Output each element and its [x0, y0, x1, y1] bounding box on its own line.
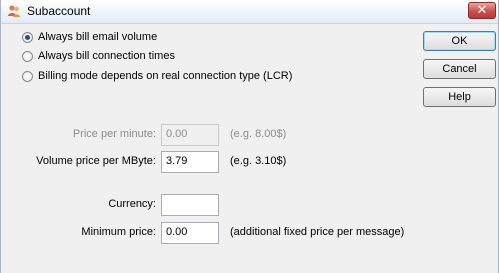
radio-billing-by-connection-type[interactable]: Billing mode depends on real connection …	[22, 69, 292, 83]
radio-button[interactable]	[22, 50, 33, 62]
radio-label: Billing mode depends on real connection …	[38, 70, 293, 82]
radio-bill-connection-times[interactable]: Always bill connection times	[22, 49, 175, 63]
help-button[interactable]: Help	[423, 87, 496, 107]
radio-button-checked[interactable]	[22, 31, 33, 43]
currency-field[interactable]	[161, 194, 219, 216]
people-icon	[8, 5, 20, 17]
cancel-button[interactable]: Cancel	[423, 59, 496, 79]
window-title: Subaccount	[27, 4, 91, 18]
currency-label: Currency:	[108, 198, 156, 210]
volume-price-hint: (e.g. 3.10$)	[230, 155, 287, 167]
price-per-minute-hint: (e.g. 8.00$)	[230, 128, 287, 140]
minimum-price-field[interactable]: 0.00	[161, 222, 219, 244]
radio-label: Always bill connection times	[38, 50, 175, 62]
radio-button[interactable]	[22, 70, 33, 82]
minimum-price-label: Minimum price:	[81, 226, 156, 238]
close-icon: ✕	[476, 2, 488, 17]
close-button[interactable]: ✕	[468, 2, 496, 19]
price-per-minute-field: 0.00	[161, 124, 219, 146]
radio-bill-email-volume[interactable]: Always bill email volume	[22, 30, 157, 44]
subaccount-dialog: Subaccount ✕ Always bill email volume Al…	[0, 0, 499, 273]
volume-price-label: Volume price per MByte:	[36, 155, 156, 167]
volume-price-field[interactable]: 3.79	[161, 151, 219, 173]
price-per-minute-label: Price per minute:	[72, 128, 156, 140]
minimum-price-hint: (additional fixed price per message)	[230, 226, 405, 238]
ok-button[interactable]: OK	[423, 31, 496, 51]
title-bar[interactable]: Subaccount ✕	[1, 0, 498, 24]
radio-label: Always bill email volume	[38, 31, 158, 43]
